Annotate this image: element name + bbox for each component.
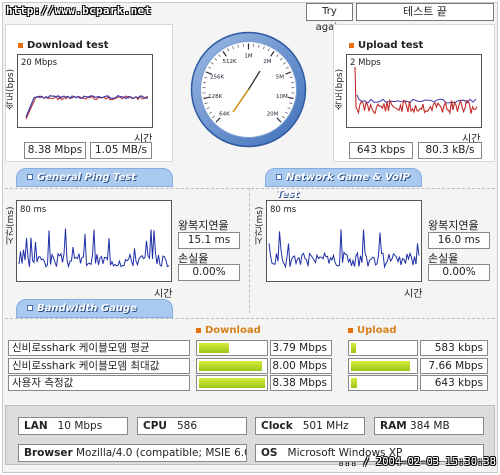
download-bandwidth-value: 8.38 Mbps	[270, 375, 332, 391]
ram-info: RAM 384 MB	[374, 417, 484, 435]
bandwidth-row-label: 신비로sshark 케이블모뎀 최대값	[8, 358, 190, 374]
gauge-dial: 64K 128K 256K 512K 1M 2M 5M 10M 20M	[190, 31, 307, 148]
ping-left-rtt-value: 15.1 ms	[178, 232, 240, 249]
download-bandwidth-value: 8.00 Mbps	[270, 358, 332, 374]
download-bar-fill	[199, 378, 265, 388]
ping-right-line	[268, 229, 420, 269]
upload-bandwidth-value: 7.66 Mbps	[420, 358, 488, 374]
download-bandwidth-value: 3.79 Mbps	[270, 340, 332, 356]
upload-y-unit: 속도(bps)	[335, 68, 345, 110]
download-speed-bytes: 1.05 MB/s	[90, 142, 152, 159]
gauge-tick-label: 128K	[208, 94, 222, 100]
ping-left-loss-value: 0.00%	[178, 264, 240, 281]
download-y-unit: 속도(bps)	[6, 68, 16, 110]
gauge-tick-label: 5M	[276, 74, 284, 80]
download-bar-fill	[199, 343, 229, 353]
download-bar-fill	[199, 361, 262, 371]
upload-bandwidth-value: 583 kbps	[420, 340, 488, 356]
download-bar	[196, 375, 268, 391]
ping-right-graph: 80 ms	[266, 200, 422, 282]
bandwidth-row-label: 신비로sshark 케이블모뎀 평균	[8, 340, 190, 356]
download-graph: 20 Mbps	[17, 54, 153, 128]
gauge-tick-label: 256K	[210, 74, 224, 80]
download-line-secondary	[25, 95, 149, 120]
ping-right-rtt-label: 왕복지연율	[428, 219, 479, 232]
ping-right-plot: 80 ms	[268, 205, 420, 269]
cpu-info: CPU 586	[137, 417, 247, 435]
upload-bar-fill	[351, 361, 410, 371]
orange-bullet-icon	[348, 327, 353, 333]
upload-graph: 2 Mbps	[346, 54, 482, 128]
download-scale-label: 20 Mbps	[21, 58, 58, 68]
divider	[5, 188, 495, 189]
download-plot: 20 Mbps	[21, 58, 149, 120]
upload-bar-fill	[351, 343, 356, 353]
upload-scale-label: 2 Mbps	[350, 58, 381, 68]
clock-info: Clock 501 MHz	[255, 417, 365, 435]
upload-plot: 2 Mbps	[350, 58, 478, 115]
ping-left-graph: 80 ms	[16, 200, 172, 282]
divider	[5, 318, 495, 319]
upload-bar	[348, 340, 418, 356]
lan-info: LAN 10 Mbps	[18, 417, 128, 435]
download-line-primary	[25, 94, 149, 118]
tab-network-game-voip-test[interactable]: Network Game & VoIP Test	[265, 168, 422, 200]
orange-bullet-icon	[196, 327, 201, 333]
download-title: Download test	[18, 40, 109, 51]
gauge-tick-label: 64K	[219, 112, 230, 118]
upload-bar-fill	[351, 378, 357, 388]
download-bar	[196, 340, 268, 356]
ping-right-scale-label: 80 ms	[270, 205, 297, 215]
gauge-tick-label: 10M	[276, 94, 288, 100]
tab-marker-icon	[27, 174, 33, 180]
ping-left-plot: 80 ms	[18, 205, 170, 269]
ping-left-line	[18, 228, 170, 269]
upload-line-primary	[354, 66, 478, 115]
tab-marker-icon	[27, 305, 33, 311]
gauge-tick-label: 1M	[244, 54, 252, 60]
ping-left-x-label: 시간	[154, 289, 173, 300]
download-bar	[196, 358, 268, 374]
footer-timestamp: ... / 2004-02-03 15:30:38	[337, 456, 496, 468]
ping-right-rtt-value: 16.0 ms	[428, 232, 490, 249]
orange-bullet-icon	[18, 42, 23, 48]
status-display: 테스트 끝	[356, 3, 494, 21]
bandwidth-download-header: Download	[196, 325, 261, 336]
upload-line-secondary	[356, 94, 477, 104]
upload-speed-bps: 643 kbps	[349, 142, 413, 159]
bandwidth-row-label: 사용자 측정값	[8, 375, 190, 391]
ping-left-scale-label: 80 ms	[20, 205, 47, 215]
ping-left-rtt-label: 왕복지연율	[178, 219, 229, 232]
gauge-tick-label: 20M	[267, 112, 279, 118]
ping-right-y-unit: 시간(ms)	[255, 206, 265, 245]
ping-right-x-label: 시간	[404, 289, 423, 300]
site-url[interactable]: http://www.bcpark.net	[6, 4, 151, 17]
browser-info: Browser Mozilla/4.0 (compatible; MSIE 6.…	[18, 444, 247, 462]
upload-bar	[348, 358, 418, 374]
upload-speed-bytes: 80.3 kB/s	[418, 142, 482, 159]
upload-bar	[348, 375, 418, 391]
download-speed-bps: 8.38 Mbps	[24, 142, 86, 159]
tab-marker-icon	[276, 174, 282, 180]
try-again-button[interactable]: Try again	[306, 3, 353, 33]
gauge-tick-label: 2M	[263, 59, 271, 65]
speed-gauge: 64K 128K 256K 512K 1M 2M 5M 10M 20M	[190, 31, 307, 148]
ping-right-loss-value: 0.00%	[428, 264, 490, 281]
divider	[249, 188, 250, 313]
bandwidth-upload-header: Upload	[348, 325, 396, 336]
tab-bandwidth-gauge[interactable]: Bandwidth Gauge	[16, 299, 173, 318]
orange-bullet-icon	[349, 42, 354, 48]
upload-bandwidth-value: 643 kbps	[420, 375, 488, 391]
gauge-tick-label: 512K	[223, 59, 237, 65]
tab-general-ping-test[interactable]: General Ping Test	[16, 168, 173, 187]
upload-title: Upload test	[349, 40, 423, 51]
